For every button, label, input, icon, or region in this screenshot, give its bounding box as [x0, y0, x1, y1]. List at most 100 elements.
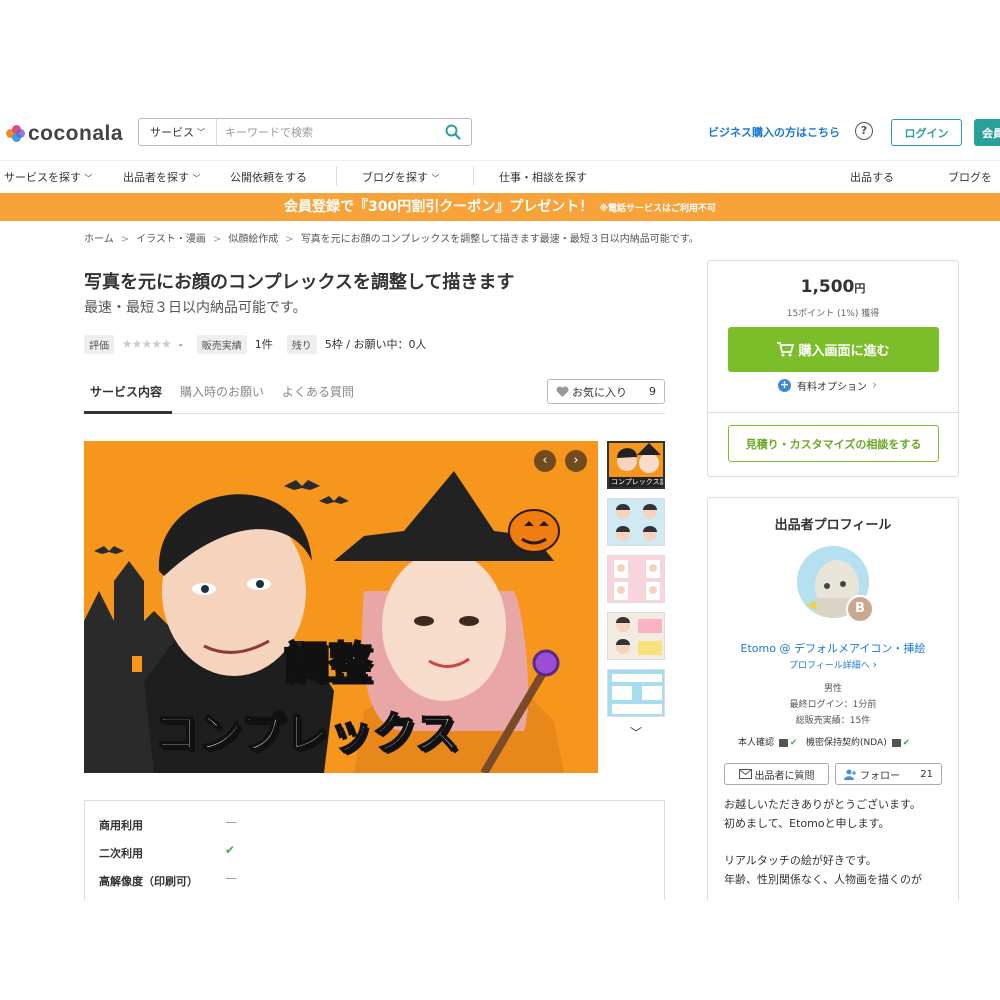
breadcrumb: ホーム > イラスト・漫画 > 似顔絵作成 > 写真を元にお顔のコンプレックスを調整して描き…: [84, 230, 699, 245]
tab-purchase-notes[interactable]: 購入時のお願い: [180, 383, 264, 400]
search-box: サービス ﹀: [138, 118, 472, 146]
chevron-left-icon: ‹: [542, 453, 548, 468]
divider: [708, 412, 958, 413]
thumbnail-2[interactable]: [607, 498, 665, 546]
coconala-logo[interactable]: coconala: [6, 122, 123, 146]
seller-total-sales: 総販売実績：15件: [795, 716, 871, 726]
thumbnail-1[interactable]: コンプレックス調整: [607, 441, 665, 489]
image-caption-line2: コンプレックス: [153, 707, 460, 760]
price-currency: 円: [854, 282, 866, 295]
seller-gender: 男性: [823, 684, 842, 694]
check-icon: ✔: [902, 738, 911, 748]
price-value: 1,500: [800, 277, 855, 297]
detail-label: 二次利用: [99, 847, 143, 860]
seller-bio-line: 初めまして、Etomoと申します。: [724, 817, 890, 830]
seller-name[interactable]: Etomo @ デフォルメアイコン・挿絵: [708, 640, 958, 656]
login-button[interactable]: ログイン: [891, 119, 962, 146]
logo-mark-icon: [6, 125, 25, 143]
remaining-label: 残り: [286, 334, 317, 354]
help-icon[interactable]: ?: [855, 122, 873, 140]
tab-faq[interactable]: よくある質問: [282, 383, 354, 400]
chevron-down-icon: ﹀: [431, 174, 440, 183]
business-purchase-link[interactable]: ビジネス購入の方はこちら: [708, 124, 840, 140]
thumbnail-4[interactable]: [607, 612, 665, 660]
ask-seller-button[interactable]: 出品者に質問: [724, 763, 829, 785]
register-button[interactable]: 会員: [974, 119, 1000, 146]
rating-value: -: [178, 337, 183, 351]
seller-profile: 出品者プロフィール B Etomo @ デフォルメアイコン・挿絵 プロフィール詳…: [707, 497, 959, 900]
banner-text: 会員登録で『300円割引クーポン』プレゼント！: [284, 199, 594, 215]
nav-find-services[interactable]: サービスを探す ﹀: [4, 169, 93, 185]
nav-blog[interactable]: ブログを: [948, 169, 992, 185]
thumbnail-image: [612, 674, 662, 714]
main-service-image[interactable]: 調整 コンプレックス ‹ ›: [84, 441, 598, 773]
thumbnail-3[interactable]: [607, 555, 665, 603]
nda-label: 機密保持契約(NDA): [806, 738, 887, 748]
thumbnail-list: コンプレックス調整 ﹀: [607, 441, 665, 741]
next-image-button[interactable]: ›: [565, 450, 587, 472]
nav-find-sellers[interactable]: 出品者を探す ﹀: [123, 169, 201, 185]
favorite-button[interactable]: お気に入り 9: [547, 379, 665, 404]
search-category-label: サービス: [150, 126, 194, 139]
nav-sell[interactable]: 出品する: [850, 169, 894, 185]
logo-text: coconala: [28, 122, 124, 145]
service-tabs: サービス内容 購入時のお願い よくある質問 お気に入り 9: [84, 374, 665, 414]
check-icon: ✔: [789, 738, 798, 748]
price: 1,500円: [708, 277, 958, 297]
breadcrumb-home[interactable]: ホーム: [84, 234, 114, 245]
rank-badge: B: [846, 595, 874, 623]
nav-find-jobs[interactable]: 仕事・相談を探す: [499, 169, 587, 185]
coupon-banner[interactable]: 会員登録で『300円割引クーポン』プレゼント！ ※電話サービスはご利用不可: [0, 193, 1000, 221]
nav-public-request[interactable]: 公開依頼をする: [230, 169, 307, 185]
search-button[interactable]: [435, 119, 471, 145]
global-nav: サービスを探す ﹀ 出品者を探す ﹀ 公開依頼をする ブログを探す ﹀ 仕事・相…: [0, 160, 1000, 192]
image-caption-line1: 調整: [283, 637, 373, 690]
thumbnail-5[interactable]: [607, 669, 665, 717]
id-card-icon: [778, 738, 788, 747]
detail-label: 商用利用: [99, 819, 143, 832]
nav-find-blogs[interactable]: ブログを探す ﹀: [362, 169, 440, 185]
remaining-value: 5枠 / お願い中：0人: [324, 338, 427, 351]
active-tab-indicator: [84, 411, 172, 414]
nav-label: ブログを探す: [362, 171, 428, 184]
tab-service-content[interactable]: サービス内容: [90, 383, 162, 400]
consult-button[interactable]: 見積り・カスタマイズの相談をする: [728, 425, 939, 462]
breadcrumb-separator: >: [285, 234, 294, 245]
chevron-right-icon: ›: [573, 453, 579, 468]
page-title: 写真を元にお顔のコンプレックスを調整して描きます: [84, 272, 515, 293]
identity-verified-label: 本人確認: [738, 738, 775, 748]
breadcrumb-separator: >: [212, 234, 222, 245]
thumbnails-more-button[interactable]: ﹀: [607, 724, 665, 741]
search-icon: [445, 124, 461, 140]
profile-detail-link[interactable]: プロフィール詳細へ ›: [708, 658, 958, 671]
nav-divider: [336, 166, 337, 186]
detail-value: —: [225, 815, 237, 829]
breadcrumb-current: 写真を元にお顔のコンプレックスを調整して描きます最速・最短３日以内納品可能です。: [300, 234, 699, 245]
prev-image-button[interactable]: ‹: [534, 450, 556, 472]
nav-label: サービスを探す: [4, 171, 81, 184]
breadcrumb-caricature[interactable]: 似顔絵作成: [228, 234, 278, 245]
rating-stars-icon: ★★★★★: [122, 337, 172, 351]
chevron-down-icon: ﹀: [629, 726, 642, 740]
thumbnail-image: [616, 617, 662, 655]
search-category-select[interactable]: サービス ﹀: [139, 119, 217, 145]
check-icon: ✔: [225, 843, 236, 857]
banner-note: ※電話サービスはご利用不可: [599, 204, 716, 214]
seller-last-login: 最終ログイン：1分前: [789, 700, 877, 710]
seller-bio-line: お越しいただきありがとうございます。: [724, 798, 921, 811]
page-subtitle: 最速・最短３日以内納品可能です。: [84, 300, 307, 316]
thumbnail-image: [614, 560, 660, 600]
chevron-right-icon: ›: [872, 378, 878, 393]
profile-link-label: プロフィール詳細へ: [788, 661, 870, 671]
paid-option-toggle[interactable]: + 有料オプション ›: [778, 378, 877, 393]
cart-icon: [777, 342, 795, 357]
search-input[interactable]: [217, 119, 435, 145]
paid-option-label: 有料オプション: [797, 382, 867, 393]
document-icon: [891, 738, 901, 747]
proceed-to-purchase-button[interactable]: 購入画面に進む: [728, 327, 939, 372]
follow-button[interactable]: フォロー 21: [835, 763, 942, 785]
chevron-right-icon: ›: [872, 658, 878, 671]
points-info: 15ポイント (1%) 獲得: [786, 309, 880, 319]
seller-profile-title: 出品者プロフィール: [774, 518, 892, 533]
breadcrumb-illustration[interactable]: イラスト・漫画: [136, 234, 206, 245]
